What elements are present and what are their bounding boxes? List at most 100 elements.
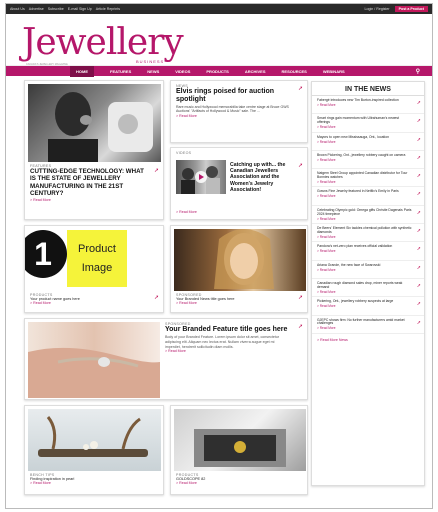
news-item-read-more[interactable]: > Read More — [317, 194, 412, 198]
share-icon[interactable]: ➚ — [154, 294, 159, 301]
news-item[interactable]: Canadian rough diamond sales drop, miner… — [312, 279, 424, 298]
news-item[interactable]: GJEPC shows firm: No further manufacture… — [312, 316, 424, 334]
share-icon[interactable]: ➚ — [298, 323, 303, 330]
share-icon[interactable]: ➚ — [417, 155, 421, 161]
share-icon[interactable]: ➚ — [154, 167, 159, 174]
news-item[interactable]: De Beers' Element Six tackles chemical p… — [312, 224, 424, 243]
nav-videos[interactable]: VIDEOS — [175, 69, 190, 74]
news-item-read-more[interactable]: > Read More — [317, 290, 412, 294]
elvis-title[interactable]: Elvis rings poised for auction spotlight — [176, 88, 291, 104]
news-item-title[interactable]: Natgem Steel Group appointed Canadian di… — [317, 171, 412, 180]
article-reprints-link[interactable]: Article Reprints — [96, 7, 120, 11]
placeholder-line-2: Image — [81, 261, 113, 274]
news-item[interactable]: Natgem Steel Group appointed Canadian di… — [312, 169, 424, 188]
news-item-read-more[interactable]: > Read More — [317, 158, 412, 162]
branded-feature-image[interactable] — [28, 322, 160, 398]
sponsored-news-read-more[interactable]: > Read More — [176, 301, 235, 305]
advertise-link[interactable]: Advertise — [29, 7, 44, 11]
news-item-read-more[interactable]: > Read More — [317, 326, 412, 330]
feature-read-more[interactable]: > Read More — [30, 198, 147, 202]
nav-home[interactable]: HOME — [70, 65, 94, 77]
news-item[interactable]: Pandora's net-zero plan receives officia… — [312, 242, 424, 261]
branded-read-more[interactable]: > Read More — [165, 349, 291, 353]
news-item-read-more[interactable]: > Read More — [317, 103, 412, 107]
bench-tips-image[interactable] — [28, 409, 161, 471]
share-icon[interactable]: ➚ — [298, 162, 303, 169]
nav-features[interactable]: FEATURES — [110, 69, 131, 74]
share-icon[interactable]: ➚ — [417, 210, 421, 216]
feature-image[interactable] — [28, 84, 161, 162]
share-icon[interactable]: ➚ — [417, 118, 421, 124]
news-item[interactable]: Mayors to open new Mississauga, Ont., lo… — [312, 133, 424, 151]
search-icon[interactable]: ⚲ — [416, 68, 420, 75]
news-item[interactable]: Pickering, Ont., jewellery robbery suspe… — [312, 297, 424, 316]
feature-title[interactable]: CUTTING-EDGE TECHNOLOGY: WHAT IS THE STA… — [30, 168, 147, 198]
about-link[interactable]: About Us — [10, 7, 25, 11]
email-signup-link[interactable]: E-mail Sign Up — [68, 7, 92, 11]
share-icon[interactable]: ➚ — [417, 246, 421, 252]
news-item-title[interactable]: GJEPC shows firm: No further manufacture… — [317, 318, 412, 327]
video-thumbnail[interactable] — [176, 160, 226, 194]
news-item[interactable]: Fabergé introduces new Tim Burton-inspir… — [312, 96, 424, 115]
video-title[interactable]: Catching up with... the Canadian Jewelle… — [230, 162, 295, 193]
news-item[interactable]: Brown Pickering, Ont., jewellery robbery… — [312, 151, 424, 170]
news-item-read-more[interactable]: > Read More — [317, 304, 412, 308]
bench-tips-card[interactable]: BENCH TIPS Finding inspiration in pearl … — [24, 405, 164, 495]
product-image[interactable]: 1 Product Image — [25, 226, 163, 291]
share-icon[interactable]: ➚ — [417, 301, 421, 307]
nav-archives[interactable]: ARCHIVES — [245, 69, 266, 74]
site-logo[interactable]: Jewellery — [22, 22, 184, 63]
goldscope-read-more[interactable]: > Read More — [176, 481, 205, 485]
news-item[interactable]: Gowns Fine Jewelry featured in Netflix's… — [312, 187, 424, 206]
video-read-more[interactable]: > Read More — [176, 210, 197, 214]
elvis-read-more[interactable]: > Read More — [176, 114, 291, 118]
sponsored-news-image[interactable] — [174, 229, 306, 291]
share-icon[interactable]: ➚ — [417, 320, 421, 326]
news-item-read-more[interactable]: > Read More — [317, 217, 412, 221]
branded-title[interactable]: Your Branded Feature title goes here — [165, 326, 291, 334]
news-item[interactable]: Smart rings gain momentum with Ultrahuma… — [312, 114, 424, 133]
news-item-read-more[interactable]: > Read More — [317, 180, 412, 184]
branded-feature-card[interactable]: SPONSORED Your Branded Feature title goe… — [24, 318, 308, 400]
feature-card[interactable]: FEATURES CUTTING-EDGE TECHNOLOGY: WHAT I… — [24, 80, 164, 220]
share-icon[interactable]: ➚ — [417, 137, 421, 143]
goldscope-image[interactable] — [174, 409, 306, 471]
product-image-placeholder: Product Image — [67, 230, 127, 287]
news-item-read-more[interactable]: > Read More — [317, 140, 412, 144]
elvis-news-card[interactable]: NEWS Elvis rings poised for auction spot… — [170, 80, 308, 143]
bench-read-more[interactable]: > Read More — [30, 481, 74, 485]
login-link[interactable]: Login / Register — [364, 7, 389, 11]
share-icon[interactable]: ➚ — [417, 173, 421, 179]
news-item-title[interactable]: De Beers' Element Six tackles chemical p… — [317, 226, 412, 235]
share-icon[interactable]: ➚ — [417, 100, 421, 106]
share-icon[interactable]: ➚ — [298, 294, 303, 301]
news-item[interactable]: Celebrating Olympic gold: Omega gifts Ch… — [312, 206, 424, 225]
video-card[interactable]: VIDEOS Catching up with... the Canadian … — [170, 147, 308, 220]
goldscope-card[interactable]: PRODUCTS GOLDSCOPE 82 > Read More — [170, 405, 308, 495]
main-nav: HOME FEATURES NEWS VIDEOS PRODUCTS ARCHI… — [6, 65, 432, 77]
share-icon[interactable]: ➚ — [417, 283, 421, 289]
news-item-title[interactable]: Canadian rough diamond sales drop, miner… — [317, 281, 412, 290]
read-more-news-link[interactable]: > Read More News — [312, 334, 424, 346]
nav-resources[interactable]: RESOURCES — [282, 69, 307, 74]
nav-news[interactable]: NEWS — [147, 69, 159, 74]
news-item-title[interactable]: Smart rings gain momentum with Ultrahuma… — [317, 116, 412, 125]
nav-products[interactable]: PRODUCTS — [206, 69, 228, 74]
product-read-more[interactable]: > Read More — [30, 301, 80, 305]
news-item-read-more[interactable]: > Read More — [317, 235, 412, 239]
news-item[interactable]: Ariana Grande, the new face of Swarovski… — [312, 261, 424, 279]
sponsored-news-card[interactable]: SPONSORED Your Branded News title goes h… — [170, 225, 308, 313]
subscribe-link[interactable]: Subscribe — [48, 7, 64, 11]
branded-body: Body of your Branded Feature. Lorem ipsu… — [165, 335, 280, 349]
post-product-button[interactable]: Post a Product — [394, 6, 428, 12]
nav-webinars[interactable]: WEBINARS — [323, 69, 345, 74]
share-icon[interactable]: ➚ — [417, 191, 421, 197]
share-icon[interactable]: ➚ — [417, 265, 421, 271]
news-item-title[interactable]: Celebrating Olympic gold: Omega gifts Ch… — [317, 208, 412, 217]
product-card[interactable]: 1 Product Image PRODUCTS Your product na… — [24, 225, 164, 313]
share-icon[interactable]: ➚ — [298, 85, 303, 92]
news-item-read-more[interactable]: > Read More — [317, 249, 412, 253]
share-icon[interactable]: ➚ — [417, 228, 421, 234]
news-item-read-more[interactable]: > Read More — [317, 268, 412, 272]
news-item-read-more[interactable]: > Read More — [317, 125, 412, 129]
